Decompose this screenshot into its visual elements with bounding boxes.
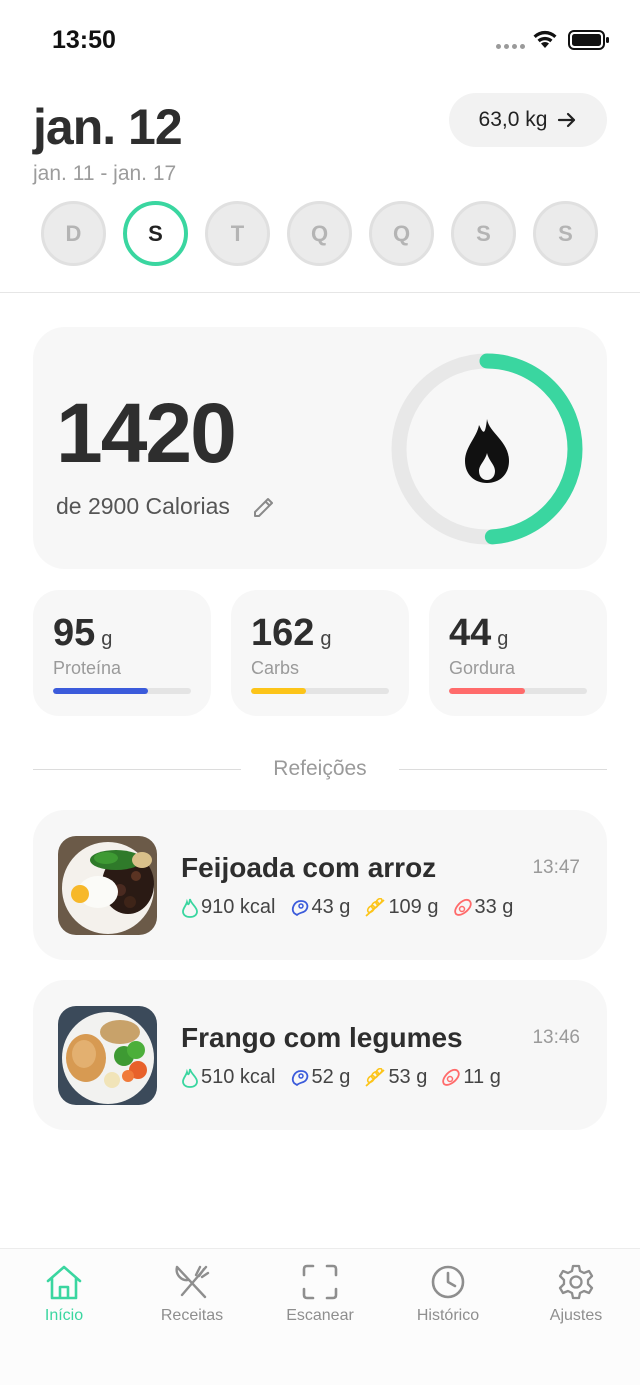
- meal-card[interactable]: Frango com legumes 13:46 510 kcal 52 g 5…: [33, 980, 607, 1130]
- fat-unit: g: [497, 628, 509, 650]
- page-title: jan. 12: [33, 99, 183, 155]
- fat-value: 44 g: [449, 612, 508, 655]
- tab-receitas[interactable]: Receitas: [137, 1263, 247, 1325]
- fat-progress-bar: [449, 688, 587, 694]
- calories-progress-ring: [391, 353, 583, 545]
- carbs-progress-bar: [251, 688, 389, 694]
- status-bar: 13:50: [0, 0, 640, 80]
- carbs-progress-fill: [251, 688, 307, 694]
- tab-historico[interactable]: Histórico: [393, 1263, 503, 1325]
- meal-nutrition: 510 kcal 52 g 53 g 11 g: [181, 1066, 501, 1089]
- calories-goal-text: de 2900 Calorias: [56, 493, 230, 519]
- tab-label: Histórico: [416, 1307, 480, 1324]
- carbs-value: 162 g: [251, 612, 332, 655]
- calories-consumed: 1420: [56, 386, 237, 480]
- protein-icon: [291, 1069, 308, 1086]
- meal-carbs: 109 g: [364, 896, 439, 919]
- wheat-icon: [365, 897, 386, 917]
- day-button[interactable]: Q: [287, 201, 352, 266]
- day-button[interactable]: D: [41, 201, 106, 266]
- day-button[interactable]: S: [533, 201, 598, 266]
- wifi-icon: [533, 30, 557, 48]
- fat-amount: 44: [449, 612, 492, 654]
- wheat-icon: [365, 1067, 386, 1087]
- meal-protein: 52 g: [290, 1066, 351, 1089]
- day-button[interactable]: Q: [369, 201, 434, 266]
- fat-label: Gordura: [449, 658, 516, 678]
- meal-time: 13:46: [532, 1027, 580, 1048]
- meal-kcal-value: 910 kcal: [201, 896, 276, 918]
- meal-fat-value: 33 g: [474, 896, 514, 918]
- week-day-selector: D S T Q Q S S: [41, 201, 598, 266]
- protein-progress-fill: [53, 688, 149, 694]
- day-button[interactable]: T: [205, 201, 270, 266]
- meal-kcal: 910 kcal: [181, 896, 276, 919]
- meal-fat: 11 g: [441, 1066, 501, 1089]
- flame-icon: [182, 1068, 198, 1088]
- meal-photo-feijoada: [58, 836, 157, 935]
- utensils-icon: [175, 1265, 210, 1299]
- battery-icon: [568, 30, 609, 50]
- meal-card[interactable]: Feijoada com arroz 13:47 910 kcal 43 g 1…: [33, 810, 607, 960]
- meal-time: 13:47: [532, 857, 580, 878]
- tab-inicio[interactable]: Início: [9, 1263, 119, 1325]
- carbs-label: Carbs: [251, 658, 300, 678]
- tab-label: Início: [44, 1307, 84, 1324]
- tab-label: Escanear: [286, 1307, 354, 1324]
- protein-icon: [291, 899, 308, 916]
- tab-label: Receitas: [160, 1307, 224, 1324]
- flame-icon: [182, 898, 198, 918]
- home-icon: [46, 1265, 82, 1300]
- gear-icon: [558, 1264, 594, 1300]
- header-divider: [0, 292, 640, 293]
- flame-icon: [465, 419, 509, 483]
- tab-escanear[interactable]: Escanear: [265, 1263, 375, 1325]
- protein-label: Proteína: [53, 658, 122, 678]
- meal-name: Feijoada com arroz: [181, 852, 437, 883]
- fat-progress-fill: [449, 688, 525, 694]
- meal-carbs: 53 g: [364, 1066, 427, 1089]
- meal-name: Frango com legumes: [181, 1022, 463, 1053]
- tab-ajustes[interactable]: Ajustes: [521, 1263, 631, 1325]
- protein-value: 95 g: [53, 612, 112, 655]
- signal-icon: [496, 44, 525, 49]
- meal-kcal: 510 kcal: [181, 1066, 276, 1089]
- meal-protein-value: 52 g: [311, 1066, 351, 1088]
- weight-label: 63,0 kg: [478, 108, 548, 131]
- scan-icon: [302, 1264, 338, 1300]
- fat-card[interactable]: 44 g Gordura: [429, 590, 607, 716]
- edit-pencil-icon[interactable]: [252, 495, 276, 519]
- carbs-amount: 162: [251, 612, 315, 654]
- arrow-right-icon: [558, 112, 576, 128]
- meal-carbs-value: 53 g: [388, 1066, 428, 1088]
- avocado-icon: [453, 898, 472, 916]
- meal-photo-chicken: [58, 1006, 157, 1105]
- meal-kcal-value: 510 kcal: [201, 1066, 276, 1088]
- calories-goal: de 2900 Calorias: [56, 493, 276, 520]
- week-range: jan. 11 - jan. 17: [33, 162, 177, 185]
- weight-button[interactable]: 63,0 kg: [449, 93, 607, 147]
- status-time: 13:50: [52, 26, 116, 54]
- day-button-selected[interactable]: S: [123, 201, 188, 266]
- bottom-tab-bar: Início Receitas Escanear Histórico Ajust…: [0, 1248, 640, 1385]
- protein-progress-bar: [53, 688, 191, 694]
- meal-protein-value: 43 g: [311, 896, 351, 918]
- meal-nutrition: 910 kcal 43 g 109 g 33 g: [181, 896, 513, 919]
- clock-icon: [431, 1265, 465, 1299]
- meal-carbs-value: 109 g: [388, 896, 439, 918]
- protein-card[interactable]: 95 g Proteína: [33, 590, 211, 716]
- carbs-unit: g: [320, 628, 332, 650]
- carbs-card[interactable]: 162 g Carbs: [231, 590, 409, 716]
- protein-amount: 95: [53, 612, 96, 654]
- tab-label: Ajustes: [549, 1307, 603, 1324]
- meal-fat-value: 11 g: [463, 1066, 501, 1088]
- calories-card[interactable]: 1420 de 2900 Calorias: [33, 327, 607, 569]
- meal-fat: 33 g: [453, 896, 514, 919]
- day-button[interactable]: S: [451, 201, 516, 266]
- protein-unit: g: [101, 628, 113, 650]
- meal-protein: 43 g: [290, 896, 351, 919]
- avocado-icon: [442, 1068, 461, 1086]
- meals-section-title: Refeições: [273, 757, 367, 780]
